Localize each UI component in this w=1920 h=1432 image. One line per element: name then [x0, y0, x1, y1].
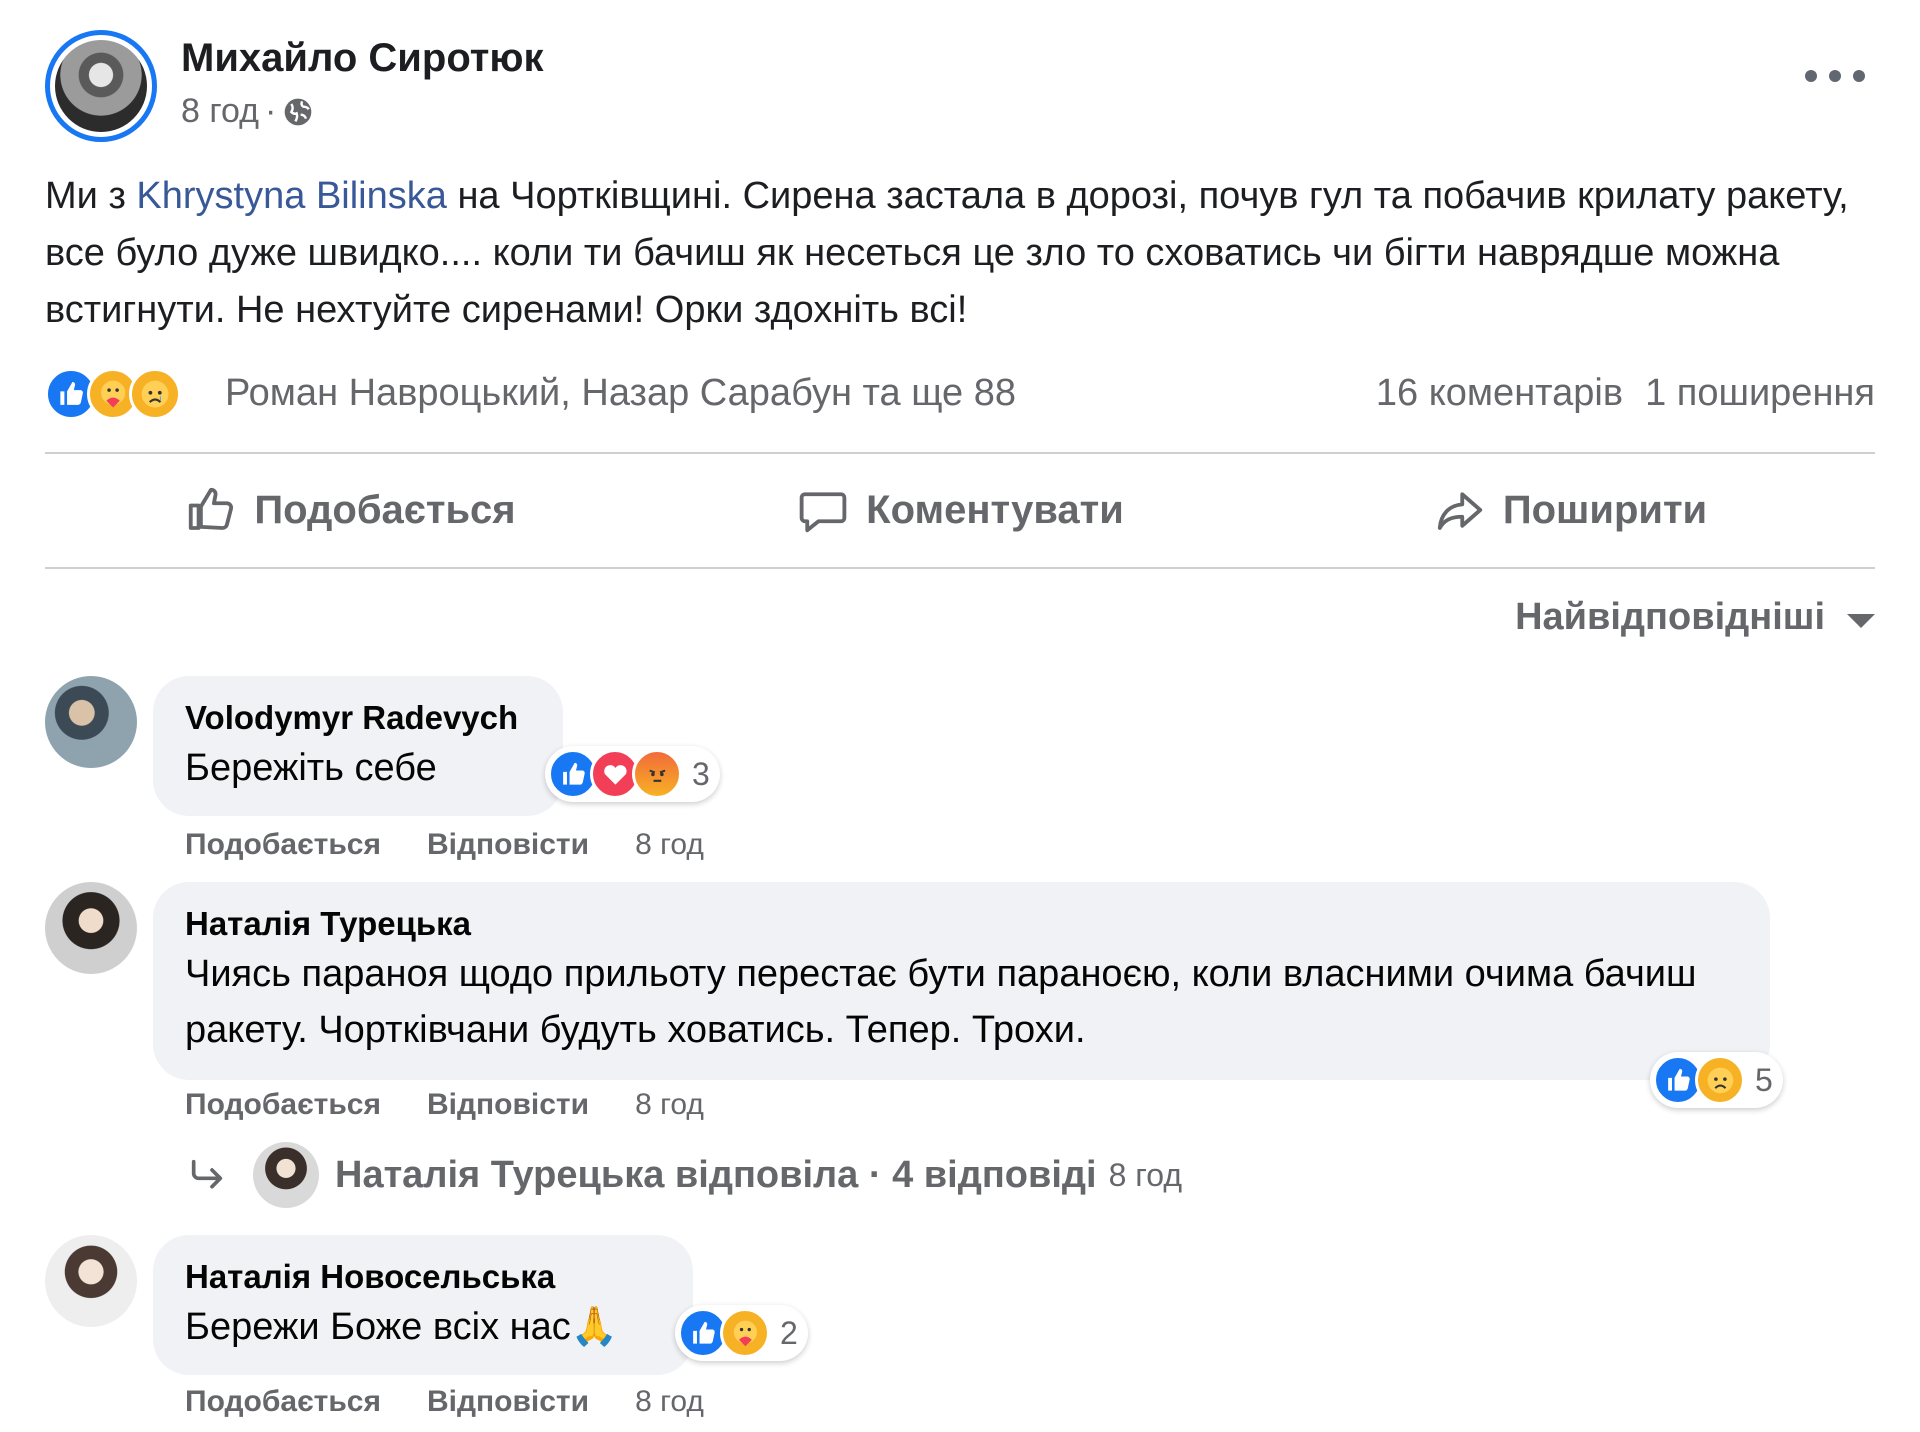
view-replies-link[interactable]: Наталія Турецька відповіла · 4 відповіді…	[185, 1140, 1182, 1210]
mention-link[interactable]: Khrystyna Bilinska	[136, 175, 446, 217]
post-header: Михайло Сиротюк 8 год ·	[45, 30, 1875, 145]
comment-icon	[799, 492, 847, 533]
comment-bubble: Наталія Новосельська Бережи Боже всіх на…	[153, 1235, 693, 1375]
replies-summary-text: Наталія Турецька відповіла · 4 відповіді	[335, 1153, 1097, 1196]
comment-time[interactable]: 8 год	[635, 1385, 704, 1419]
commenter-avatar[interactable]	[45, 882, 137, 974]
commenter-name[interactable]: Volodymyr Radevych	[185, 696, 531, 740]
commenter-name[interactable]: Наталія Турецька	[185, 902, 1738, 946]
share-icon	[1437, 492, 1482, 530]
divider-bottom	[45, 567, 1875, 569]
share-button[interactable]: Поширити	[1265, 460, 1875, 560]
reactions-summary: Роман Навроцький, Назар Сарабун та ще 88…	[45, 364, 1875, 424]
comments-count[interactable]: 16 коментарів	[1376, 372, 1623, 415]
reaction-count: 2	[780, 1314, 798, 1351]
author-avatar[interactable]	[45, 30, 157, 142]
reaction-count: 3	[692, 755, 710, 792]
comment-bubble: Volodymyr Radevych Бережіть себе	[153, 676, 563, 816]
reactors-names[interactable]: Роман Навроцький, Назар Сарабун та ще 88	[225, 372, 1016, 415]
shares-count[interactable]: 1 поширення	[1645, 372, 1875, 415]
comment-reply-link[interactable]: Відповісти	[427, 828, 589, 862]
post-counts: 16 коментарів 1 поширення	[1376, 372, 1875, 415]
comment-time[interactable]: 8 год	[635, 828, 704, 862]
post-time[interactable]: 8 год	[181, 92, 259, 131]
comment-text: Бережи Боже всіх нас🙏	[185, 1306, 619, 1348]
replier-avatar	[253, 1142, 319, 1208]
post-text-start: Ми з	[45, 175, 137, 217]
angry-reaction-icon	[632, 749, 682, 799]
comment-like-link[interactable]: Подобається	[185, 1088, 381, 1122]
more-options-icon[interactable]	[1805, 66, 1865, 86]
comment-reactions[interactable]: 5	[1650, 1052, 1783, 1108]
comment-reactions[interactable]: 3	[545, 746, 720, 802]
comment-actions: Подобається Відповісти 8 год	[185, 1088, 704, 1122]
comment-actions: Подобається Відповісти 8 год	[185, 1385, 704, 1419]
comment-actions: Подобається Відповісти 8 год	[185, 828, 704, 862]
comment-reactions[interactable]: 2	[675, 1305, 808, 1361]
comment-like-link[interactable]: Подобається	[185, 828, 381, 862]
comment-like-link[interactable]: Подобається	[185, 1385, 381, 1419]
globe-icon[interactable]	[282, 96, 314, 128]
comment-text: Чиясь параноя щодо прильоту перестає бут…	[185, 953, 1697, 1051]
sort-label: Найвідповідніші	[1515, 596, 1825, 638]
post-author-name[interactable]: Михайло Сиротюк	[181, 36, 544, 81]
commenter-avatar[interactable]	[45, 676, 137, 768]
sad-reaction-icon	[129, 368, 181, 420]
comment-reply-link[interactable]: Відповісти	[427, 1385, 589, 1419]
sad-reaction-icon	[1695, 1055, 1745, 1105]
commenter-name[interactable]: Наталія Новосельська	[185, 1255, 661, 1299]
comment-time[interactable]: 8 год	[635, 1088, 704, 1122]
comment-reply-link[interactable]: Відповісти	[427, 1088, 589, 1122]
reaction-count: 5	[1755, 1061, 1773, 1098]
commenter-avatar[interactable]	[45, 1235, 137, 1327]
comment-button[interactable]: Коментувати	[655, 460, 1265, 560]
meta-separator: ·	[265, 92, 277, 130]
comment-bubble: Наталія Турецька Чиясь параноя щодо прил…	[153, 882, 1770, 1080]
reaction-icons[interactable]	[45, 368, 181, 420]
like-button[interactable]: Подобається	[45, 460, 655, 560]
post-action-bar: Подобається Коментувати Поширити	[45, 460, 1875, 560]
post-text: Ми з Khrystyna Bilinska на Чортківщині. …	[45, 168, 1875, 339]
like-button-label: Подобається	[254, 487, 516, 532]
care-reaction-icon	[720, 1308, 770, 1358]
thumbs-up-icon	[189, 487, 234, 530]
comment-button-label: Коментувати	[866, 487, 1124, 532]
replies-time: 8 год	[1108, 1156, 1182, 1193]
post-meta: 8 год ·	[181, 92, 314, 131]
divider-top	[45, 452, 1875, 454]
caret-down-icon	[1847, 613, 1875, 628]
comment-sort-dropdown[interactable]: Найвідповідніші	[1515, 596, 1875, 639]
reply-arrow-icon	[191, 1159, 223, 1189]
comment-text: Бережіть себе	[185, 747, 437, 789]
share-button-label: Поширити	[1502, 487, 1708, 532]
